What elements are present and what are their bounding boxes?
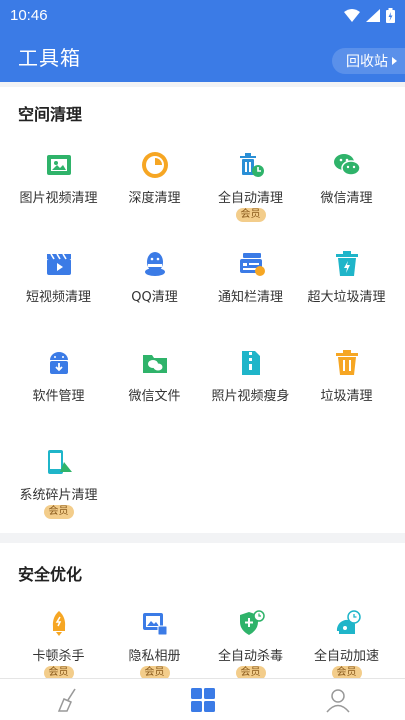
shield-clock-icon [237,609,265,637]
nav-toolbox[interactable] [135,679,270,720]
tile-big-junk-clean[interactable]: 超大垃圾清理 [296,250,397,305]
tile-label: 深度清理 [128,191,181,206]
pie-icon [141,151,169,179]
tile-qq-clean[interactable]: QQ清理 [104,250,205,305]
tile-auto-speedup[interactable]: 全自动加速 会员 [296,609,397,680]
tile-private-album[interactable]: 隐私相册 会员 [104,609,205,680]
auto-trash-icon [237,151,265,179]
recycle-bin-button[interactable]: 回收站 [332,48,405,74]
nav-clean[interactable] [0,679,135,720]
tile-label: QQ清理 [131,290,178,305]
phone-broom-icon [45,448,73,476]
trash-icon [333,349,361,377]
qq-icon [141,250,169,278]
vip-badge: 会员 [43,505,74,519]
zip-icon [237,349,265,377]
tile-label: 全自动清理 [217,191,283,206]
arrow-right-icon [392,57,397,65]
tile-label: 图片视频清理 [19,191,98,206]
tile-label: 微信文件 [128,389,181,404]
tile-photo-slim[interactable]: 照片视频瘦身 [200,349,301,404]
tile-deep-clean[interactable]: 深度清理 [104,151,205,206]
tile-label: 软件管理 [32,389,85,404]
tile-picture-video-clean[interactable]: 图片视频清理 [8,151,109,206]
space-clean-section: 空间清理 图片视频清理 深度清理 全自动清理 会员 微信清理 短视频清理 QQ清… [0,87,405,533]
tile-label: 短视频清理 [25,290,91,305]
tile-auto-clean[interactable]: 全自动清理 会员 [200,151,301,222]
battery-icon [386,7,395,23]
tile-label: 微信清理 [320,191,373,206]
wechat-icon [333,151,361,179]
rocket-icon [45,609,73,637]
tile-auto-antivirus[interactable]: 全自动杀毒 会员 [200,609,301,680]
nav-profile[interactable] [270,679,405,720]
status-time: 10:46 [10,6,48,24]
signal-icon [366,8,380,22]
vip-badge: 会员 [235,208,266,222]
tile-wechat-clean[interactable]: 微信清理 [296,151,397,206]
tile-label: 照片视频瘦身 [211,389,290,404]
tile-short-video-clean[interactable]: 短视频清理 [8,250,109,305]
picture-icon [45,151,73,179]
tile-label: 全自动杀毒 [217,649,283,664]
wechat-folder-icon [141,349,169,377]
private-album-icon [141,609,169,637]
app-bar: 工具箱 回收站 [0,30,405,82]
tile-label: 超大垃圾清理 [307,290,386,305]
notification-icon [237,250,265,278]
tile-label: 全自动加速 [313,649,379,664]
tile-label: 通知栏清理 [217,290,283,305]
page-title: 工具箱 [18,45,81,70]
section-title-space: 空间清理 [18,105,83,124]
bottom-nav [0,678,405,720]
user-icon [325,688,350,712]
clapper-icon [45,250,73,278]
wifi-icon [344,8,360,22]
big-trash-icon [333,250,361,278]
tile-label: 卡顿杀手 [32,649,85,664]
grid-icon [190,687,215,712]
recycle-bin-label: 回收站 [346,54,388,70]
tile-wechat-files[interactable]: 微信文件 [104,349,205,404]
status-bar: 10:46 [0,0,405,30]
section-title-security: 安全优化 [18,565,83,584]
tile-system-fragment-clean[interactable]: 系统碎片清理 会员 [8,448,109,519]
speed-clock-icon [333,609,361,637]
tile-junk-clean[interactable]: 垃圾清理 [296,349,397,404]
tile-label: 垃圾清理 [320,389,373,404]
tile-app-management[interactable]: 软件管理 [8,349,109,404]
security-section: 安全优化 卡顿杀手 会员 隐私相册 会员 全自动杀毒 会员 全自动加速 会员 [0,543,405,680]
tile-label: 隐私相册 [128,649,181,664]
tile-label: 系统碎片清理 [19,488,98,503]
tile-notification-clean[interactable]: 通知栏清理 [200,250,301,305]
tile-lag-killer[interactable]: 卡顿杀手 会员 [8,609,109,680]
android-icon [45,349,73,377]
broom-icon [57,688,76,712]
